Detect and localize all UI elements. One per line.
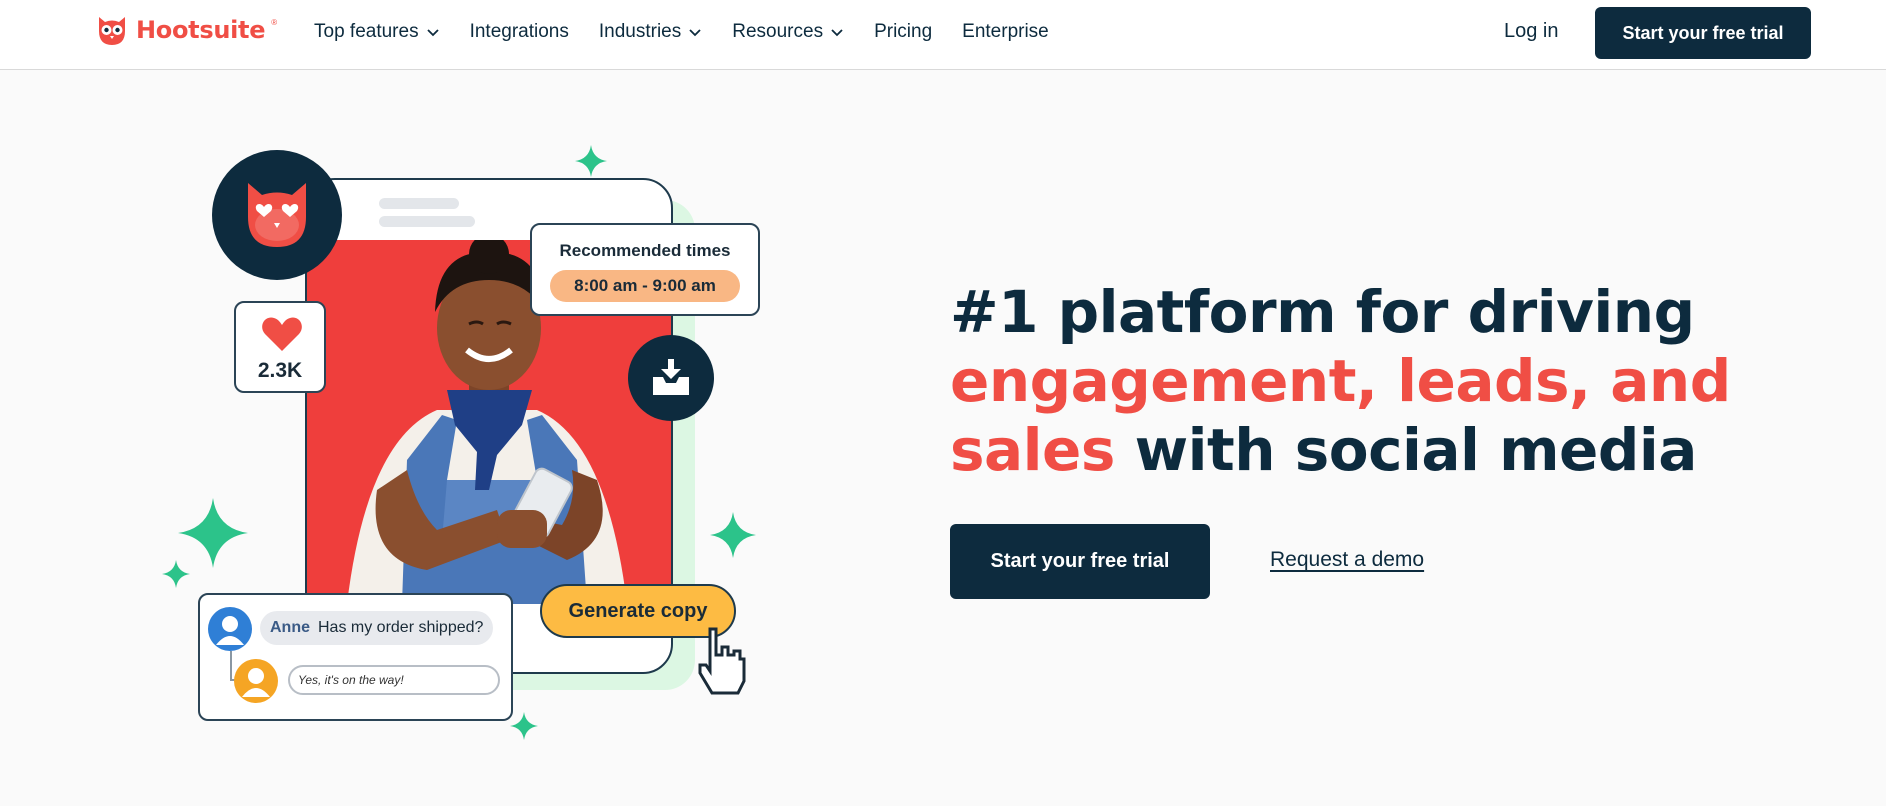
likes-card: 2.3K [234, 301, 326, 393]
user-icon [242, 668, 270, 697]
top-navigation: Hootsuite ® Top features Integrations In… [0, 0, 1886, 70]
headline-highlight: engagement, leads, and [950, 347, 1731, 415]
sparkle-icon [710, 512, 756, 558]
hootsuite-logo[interactable]: Hootsuite ® [94, 12, 277, 48]
nav-item-label: Top features [314, 21, 419, 42]
sparkle-icon [510, 712, 538, 740]
logo-wordmark: Hootsuite [136, 16, 266, 44]
chevron-down-icon [426, 29, 439, 37]
hero-illustration: Recommended times 8:00 am - 9:00 am 2.3K… [150, 140, 790, 760]
chevron-down-icon [689, 29, 701, 37]
recommended-time-pill: 8:00 am - 9:00 am [550, 270, 740, 302]
phone-placeholder-line [379, 216, 475, 227]
user-icon [216, 616, 244, 645]
agent-avatar [234, 659, 278, 703]
sparkle-icon [575, 145, 607, 177]
nav-item-integrations[interactable]: Integrations [470, 21, 569, 43]
message-thread-card: Anne Has my order shipped? Yes, it's on … [198, 593, 513, 721]
headline-line-3: with social media [1114, 416, 1698, 484]
nav-item-label: Integrations [469, 21, 569, 42]
hero-headline: #1 platform for driving engagement, lead… [950, 278, 1830, 485]
likes-count: 2.3K [257, 359, 303, 382]
trademark-symbol: ® [271, 18, 278, 27]
reply-field: Yes, it's on the way! [288, 665, 500, 695]
request-demo-link[interactable]: Request a demo [1270, 548, 1424, 572]
phone-placeholder-line [379, 198, 459, 209]
heart-icon [262, 317, 302, 351]
customer-message: Anne Has my order shipped? [260, 611, 494, 645]
inbox-badge [628, 335, 714, 421]
owl-avatar-badge [212, 150, 342, 280]
sparkle-icon [178, 498, 248, 568]
message-text: Has my order shipped? [318, 619, 484, 636]
message-sender-name: Anne [270, 619, 310, 636]
nav-item-resources[interactable]: Resources [732, 21, 844, 43]
nav-item-top-features[interactable]: Top features [314, 21, 440, 43]
chevron-down-icon [831, 29, 843, 37]
login-link[interactable]: Log in [1504, 20, 1559, 43]
recommended-times-title: Recommended times [559, 241, 731, 260]
recommended-times-card: Recommended times 8:00 am - 9:00 am [530, 223, 760, 316]
sparkle-icon [162, 560, 190, 588]
hand-pointer-icon [698, 627, 746, 695]
nav-item-label: Pricing [874, 21, 933, 42]
nav-item-enterprise[interactable]: Enterprise [962, 21, 1049, 43]
nav-item-label: Enterprise [962, 21, 1049, 42]
headline-line-1: #1 platform for driving [950, 278, 1695, 346]
nav-item-industries[interactable]: Industries [599, 21, 702, 43]
main-menu: Top features Integrations Industries Res… [314, 0, 1079, 64]
headline-highlight: sales [950, 416, 1115, 484]
customer-avatar [208, 607, 252, 651]
hero-free-trial-button[interactable]: Start your free trial [950, 524, 1210, 599]
inbox-download-icon [653, 359, 689, 395]
nav-free-trial-button[interactable]: Start your free trial [1595, 7, 1811, 59]
nav-item-label: Resources [732, 21, 824, 42]
nav-item-label: Industries [598, 21, 682, 42]
owl-logo-icon [99, 17, 125, 45]
owl-heart-eyes-icon [248, 183, 306, 247]
nav-item-pricing[interactable]: Pricing [874, 21, 932, 43]
